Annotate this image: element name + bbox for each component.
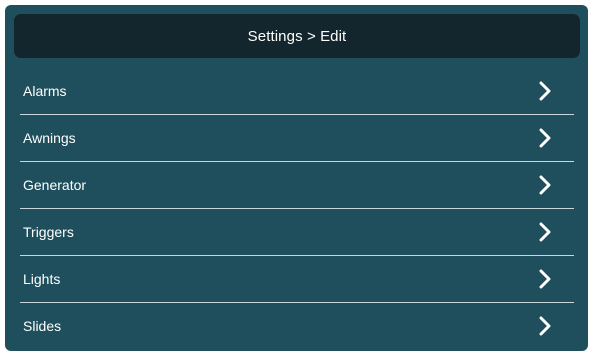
menu-item-generator[interactable]: Generator <box>20 162 574 209</box>
menu-item-label: Generator <box>23 177 87 193</box>
menu-item-slides[interactable]: Slides <box>20 303 574 349</box>
chevron-right-icon <box>534 315 556 337</box>
menu-item-label: Triggers <box>23 224 74 240</box>
chevron-right-icon <box>534 221 556 243</box>
menu-item-label: Lights <box>23 271 61 287</box>
menu-item-triggers[interactable]: Triggers <box>20 209 574 256</box>
menu-item-label: Awnings <box>23 130 76 146</box>
menu-item-label: Slides <box>23 318 62 334</box>
menu-item-lights[interactable]: Lights <box>20 256 574 303</box>
menu-item-alarms[interactable]: Alarms <box>20 68 574 115</box>
chevron-right-icon <box>534 268 556 290</box>
menu-item-awnings[interactable]: Awnings <box>20 115 574 162</box>
page-title: Settings > Edit <box>247 27 347 45</box>
settings-edit-panel: Settings > Edit Alarms Awnings Generator… <box>5 5 588 351</box>
chevron-right-icon <box>534 174 556 196</box>
menu-item-label: Alarms <box>23 83 67 99</box>
settings-menu-list: Alarms Awnings Generator Triggers Lights <box>20 68 574 349</box>
chevron-right-icon <box>534 80 556 102</box>
page-title-bar: Settings > Edit <box>14 14 580 58</box>
chevron-right-icon <box>534 127 556 149</box>
